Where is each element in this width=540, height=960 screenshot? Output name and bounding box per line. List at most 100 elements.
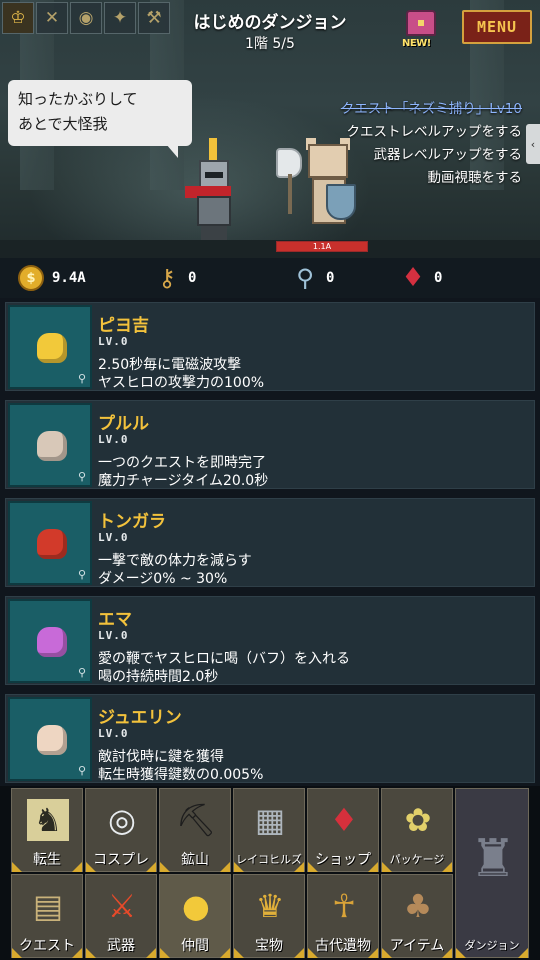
- zoom-icon[interactable]: ⚲: [78, 666, 86, 679]
- crossed-swords-icon[interactable]: ✕: [36, 2, 68, 34]
- dungeon-tower-icon: ♜: [469, 829, 517, 889]
- key-value: 0: [188, 270, 197, 286]
- quest-scroll-icon: ▤: [32, 887, 64, 925]
- companion-portrait[interactable]: ⚲: [8, 501, 92, 585]
- pickaxe-icon: ⛏: [175, 801, 217, 839]
- building-icon: ▦: [254, 801, 286, 839]
- mouse-sprite-icon: [37, 431, 67, 461]
- red-dragon-sprite-icon: [37, 529, 67, 559]
- nav-weapon-button[interactable]: ⚔ 武器: [85, 874, 157, 958]
- nav-label: 転生: [33, 852, 61, 868]
- companion-card[interactable]: ⚲ ピヨ吉 LV.0 2.50秒毎に電磁波攻撃 ヤスヒロの攻撃力の100%: [5, 302, 535, 391]
- zoom-icon[interactable]: ⚲: [78, 470, 86, 483]
- nav-reiko-hills-button[interactable]: ▦ レイコヒルズ: [233, 788, 305, 872]
- gem-counter: ♦ 0: [398, 263, 442, 293]
- key-icon: ⚷: [158, 264, 176, 292]
- treasure-chest-button[interactable]: NEW!: [398, 6, 444, 52]
- wand-value: 0: [326, 270, 335, 286]
- speech-line: あとで大怪我: [18, 115, 108, 133]
- quest-completed: クエスト「ネズミ捕り」Lv10: [340, 101, 522, 117]
- rebirth-icon: ♞: [27, 799, 69, 841]
- companion-card[interactable]: ⚲ プルル LV.0 一つのクエストを即時完了 魔力チャージタイム20.0秒: [5, 400, 535, 489]
- companion-name: エマ: [98, 610, 132, 630]
- companion-level: LV.0: [98, 727, 129, 740]
- gold-value: 9.4A: [52, 270, 86, 286]
- nav-label: 鉱山: [181, 852, 209, 868]
- nav-label: コスプレ: [93, 852, 149, 868]
- nav-label: 武器: [107, 938, 135, 954]
- nav-treasure-button[interactable]: ♛ 宝物: [233, 874, 305, 958]
- nav-label: 仲間: [181, 938, 209, 954]
- companion-card[interactable]: ⚲ エマ LV.0 愛の鞭でヤスヒロに喝（バフ）を入れる 喝の持続時間2.0秒: [5, 596, 535, 685]
- menu-button[interactable]: MENU: [462, 10, 532, 44]
- nav-dungeon-button[interactable]: ♜ ダンジョン: [455, 788, 529, 958]
- ruby-gem-icon: ♦: [401, 263, 425, 293]
- zoom-icon[interactable]: ⚲: [78, 372, 86, 385]
- companion-name: プルル: [98, 414, 149, 434]
- treasure-chest-icon: [406, 10, 436, 36]
- bottom-navigation: ♞ 転生 ◎ コスプレ ⛏ 鉱山 ▦ レイコヒルズ ♦ ショップ ✿ パッケージ…: [0, 786, 540, 960]
- nav-label: ダンジョン: [464, 939, 520, 952]
- nav-quest-button[interactable]: ▤ クエスト: [11, 874, 83, 958]
- hamster-sprite-icon: [37, 725, 67, 755]
- collapse-panel-tab[interactable]: ‹: [526, 124, 540, 164]
- nav-label: ショップ: [315, 852, 371, 868]
- bird-icon[interactable]: ✦: [104, 2, 136, 34]
- companion-name: ピヨ吉: [98, 316, 149, 336]
- scroll-icon[interactable]: ⚒: [138, 2, 170, 34]
- scene-floor: [0, 240, 540, 258]
- zoom-icon[interactable]: ⚲: [78, 764, 86, 777]
- nav-label: パッケージ: [389, 853, 445, 866]
- companion-level: LV.0: [98, 531, 129, 544]
- zoom-icon[interactable]: ⚲: [78, 568, 86, 581]
- nav-mine-button[interactable]: ⛏ 鉱山: [159, 788, 231, 872]
- key-counter: ⚷ 0: [152, 263, 196, 293]
- relic-icon: ☥: [332, 887, 356, 925]
- chick-sprite-icon: [37, 333, 67, 363]
- enemy-rat-warrior-sprite[interactable]: [276, 138, 372, 242]
- companion-portrait[interactable]: ⚲: [8, 599, 92, 683]
- enemy-hp-bar: 1.1A: [276, 241, 368, 252]
- companion-level: LV.0: [98, 629, 129, 642]
- companion-desc: 魔力チャージタイム20.0秒: [98, 473, 269, 489]
- companion-desc: 転生時獲得鍵数の0.005%: [98, 767, 264, 783]
- dungeon-title: はじめのダンジョン: [193, 13, 347, 33]
- companion-desc: 喝の持続時間2.0秒: [98, 669, 219, 685]
- coin-icon[interactable]: ◉: [70, 2, 102, 34]
- companion-list[interactable]: ⚲ ピヨ吉 LV.0 2.50秒毎に電磁波攻撃 ヤスヒロの攻撃力の100% ⚲ …: [0, 298, 540, 786]
- nav-companion-button[interactable]: ● 仲間: [159, 874, 231, 958]
- nav-label: アイテム: [389, 938, 445, 954]
- nav-shop-button[interactable]: ♦ ショップ: [307, 788, 379, 872]
- nav-cosplay-button[interactable]: ◎ コスプレ: [85, 788, 157, 872]
- companion-portrait[interactable]: ⚲: [8, 305, 92, 389]
- gem-value: 0: [434, 270, 443, 286]
- nav-package-button[interactable]: ✿ パッケージ: [381, 788, 453, 872]
- skill-slot-bar: ♔ ✕ ◉ ✦ ⚒: [2, 2, 170, 34]
- floor-progress: 1階 5/5: [245, 36, 295, 52]
- hero-knight-sprite: [185, 138, 241, 242]
- nav-rebirth-button[interactable]: ♞ 転生: [11, 788, 83, 872]
- companion-name: ジュエリン: [98, 708, 182, 728]
- wand-counter: ⚲ 0: [290, 263, 334, 293]
- treasure-icon: ♛: [255, 887, 285, 925]
- companion-portrait[interactable]: ⚲: [8, 697, 92, 781]
- companion-portrait[interactable]: ⚲: [8, 403, 92, 487]
- companion-level: LV.0: [98, 433, 129, 446]
- battle-scene: ♔ ✕ ◉ ✦ ⚒ はじめのダンジョン 1階 5/5 NEW! MENU 知った…: [0, 0, 540, 258]
- companion-card[interactable]: ⚲ トンガラ LV.0 一撃で敵の体力を減らす ダメージ0% ~ 30%: [5, 498, 535, 587]
- companion-desc: ヤスヒロの攻撃力の100%: [98, 375, 265, 391]
- nav-label: 宝物: [255, 938, 283, 954]
- bag-icon: ♣: [403, 887, 433, 925]
- crown-icon[interactable]: ♔: [2, 2, 34, 34]
- nav-relic-button[interactable]: ☥ 古代遺物: [307, 874, 379, 958]
- companion-desc: 愛の鞭でヤスヒロに喝（バフ）を入れる: [98, 651, 350, 667]
- nav-item-button[interactable]: ♣ アイテム: [381, 874, 453, 958]
- wand-icon: ⚲: [296, 264, 314, 292]
- new-badge: NEW!: [402, 38, 431, 49]
- nav-label: レイコヒルズ: [236, 853, 302, 866]
- ruby-icon: ♦: [329, 801, 359, 839]
- companion-desc: 敵討伐時に鍵を獲得: [98, 749, 224, 765]
- companion-desc: 一撃で敵の体力を減らす: [98, 553, 252, 569]
- companion-desc: 2.50秒毎に電磁波攻撃: [98, 357, 242, 373]
- companion-card[interactable]: ⚲ ジュエリン LV.0 敵討伐時に鍵を獲得 転生時獲得鍵数の0.005%: [5, 694, 535, 783]
